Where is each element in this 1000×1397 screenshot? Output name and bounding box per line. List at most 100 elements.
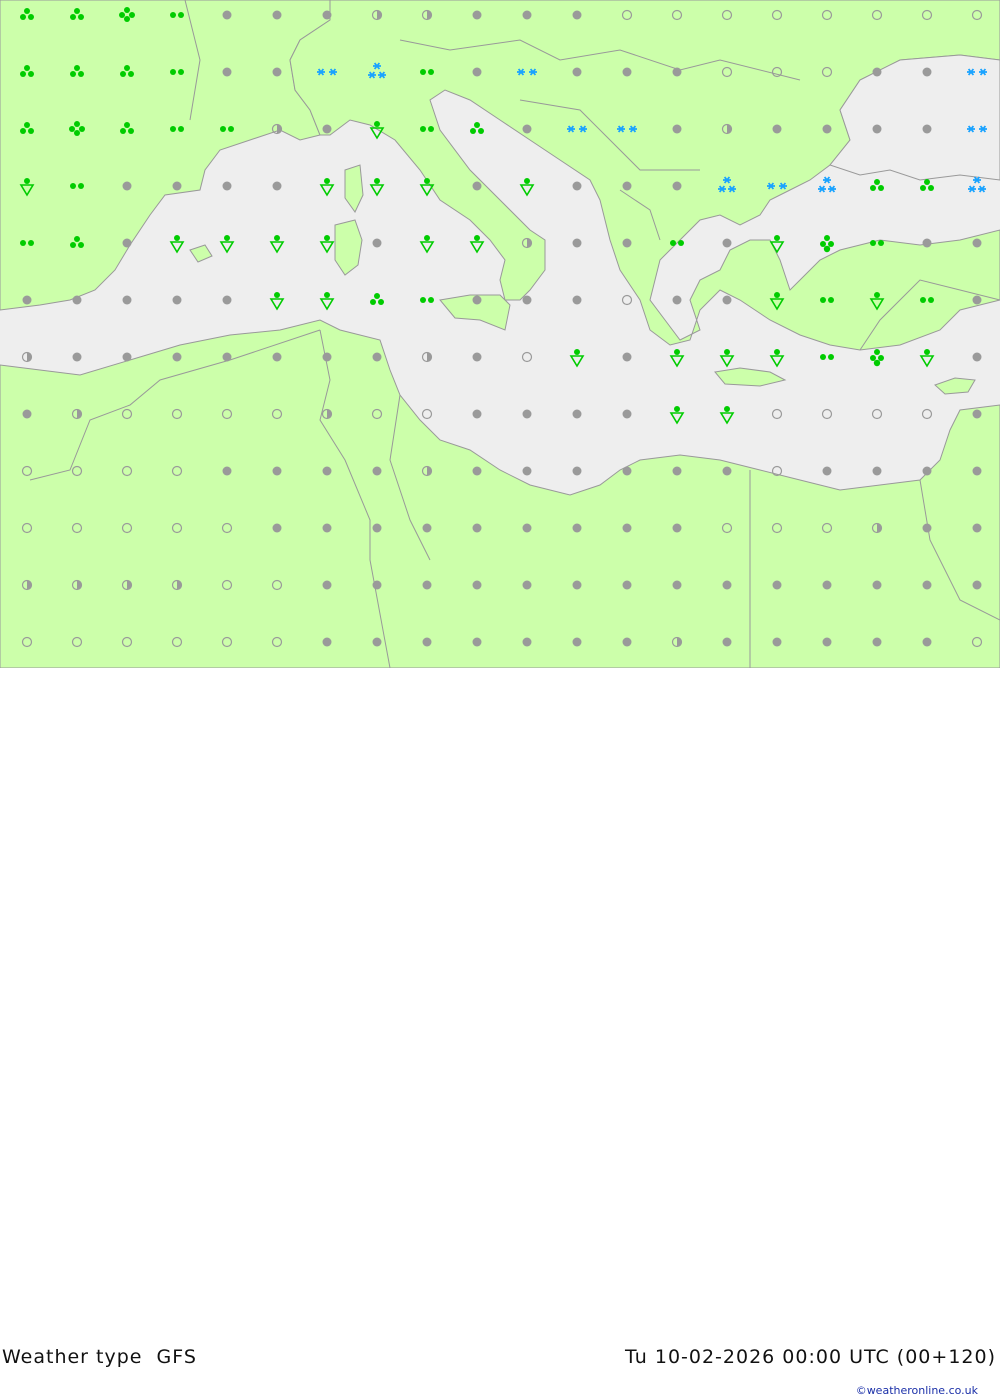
weather-symbol-overcast-dot bbox=[372, 352, 382, 362]
weather-symbol-overcast-dot bbox=[922, 466, 932, 476]
weather-symbol-overcast-dot bbox=[222, 466, 232, 476]
weather-symbol-overcast-dot bbox=[972, 523, 982, 533]
weather-symbol-overcast-dot bbox=[522, 409, 532, 419]
weather-symbol-overcast-dot bbox=[672, 523, 682, 533]
weather-symbol-overcast-dot bbox=[972, 580, 982, 590]
weather-symbol-overcast-dot bbox=[922, 67, 932, 77]
weather-map-canvas bbox=[0, 0, 1000, 668]
weather-symbol-overcast-dot bbox=[622, 409, 632, 419]
weather-symbol-overcast-dot bbox=[872, 67, 882, 77]
weather-symbol-overcast-dot bbox=[472, 409, 482, 419]
weather-symbol-overcast-dot bbox=[622, 637, 632, 647]
map-footer: Weather type GFS Tu 10-02-2026 00:00 UTC… bbox=[0, 668, 1000, 1397]
weather-symbol-overcast-dot bbox=[222, 295, 232, 305]
weather-symbol-overcast-dot bbox=[572, 580, 582, 590]
weather-symbol-overcast-dot bbox=[822, 124, 832, 134]
weather-symbol-overcast-dot bbox=[472, 10, 482, 20]
weather-symbol-overcast-dot bbox=[222, 10, 232, 20]
weather-symbol-overcast-dot bbox=[522, 523, 532, 533]
weather-symbol-overcast-dot bbox=[922, 238, 932, 248]
weather-symbol-overcast-dot bbox=[22, 409, 32, 419]
weather-symbol-overcast-dot bbox=[322, 124, 332, 134]
weather-symbol-overcast-dot bbox=[372, 637, 382, 647]
weather-symbol-overcast-dot bbox=[522, 124, 532, 134]
weather-symbol-overcast-dot bbox=[222, 67, 232, 77]
weather-symbol-overcast-dot bbox=[372, 238, 382, 248]
weather-symbol-overcast-dot bbox=[522, 10, 532, 20]
weather-symbol-overcast-dot bbox=[722, 238, 732, 248]
weather-symbol-overcast-dot bbox=[572, 637, 582, 647]
weather-symbol-overcast-dot bbox=[422, 637, 432, 647]
weather-symbol-overcast-dot bbox=[922, 580, 932, 590]
weather-symbol-overcast-dot bbox=[672, 466, 682, 476]
weather-symbol-overcast-dot bbox=[872, 466, 882, 476]
weather-symbol-overcast-dot bbox=[722, 637, 732, 647]
weather-symbol-overcast-dot bbox=[272, 181, 282, 191]
forecast-timestamp: Tu 10-02-2026 00:00 UTC (00+120) bbox=[625, 1346, 996, 1368]
weather-symbol-overcast-dot bbox=[372, 466, 382, 476]
weather-symbol-overcast-dot bbox=[972, 466, 982, 476]
weather-symbol-overcast-dot bbox=[972, 238, 982, 248]
weather-symbol-overcast-dot bbox=[272, 352, 282, 362]
weather-symbol-overcast-dot bbox=[622, 352, 632, 362]
weather-symbol-overcast-dot bbox=[572, 409, 582, 419]
weather-symbol-overcast-dot bbox=[772, 124, 782, 134]
weather-symbol-overcast-dot bbox=[172, 181, 182, 191]
weather-symbol-overcast-dot bbox=[622, 238, 632, 248]
weather-symbol-overcast-dot bbox=[472, 466, 482, 476]
weather-symbol-overcast-dot bbox=[572, 466, 582, 476]
weather-symbol-overcast-dot bbox=[572, 238, 582, 248]
weather-symbol-overcast-dot bbox=[122, 181, 132, 191]
weather-symbol-overcast-dot bbox=[172, 295, 182, 305]
weather-symbol-overcast-dot bbox=[472, 580, 482, 590]
weather-symbol-overcast-dot bbox=[772, 637, 782, 647]
weather-symbol-overcast-dot bbox=[572, 181, 582, 191]
weather-symbol-overcast-dot bbox=[122, 295, 132, 305]
weather-symbol-overcast-dot bbox=[872, 124, 882, 134]
weather-symbol-overcast-dot bbox=[622, 523, 632, 533]
weather-symbol-overcast-dot bbox=[572, 10, 582, 20]
weather-symbol-overcast-dot bbox=[222, 352, 232, 362]
weather-symbol-overcast-dot bbox=[522, 580, 532, 590]
weather-symbol-overcast-dot bbox=[72, 352, 82, 362]
weather-symbol-overcast-dot bbox=[72, 295, 82, 305]
weather-symbol-overcast-dot bbox=[522, 637, 532, 647]
weather-symbol-overcast-dot bbox=[922, 124, 932, 134]
weather-symbol-overcast-dot bbox=[122, 352, 132, 362]
weather-symbol-overcast-dot bbox=[772, 580, 782, 590]
weather-symbol-overcast-dot bbox=[622, 67, 632, 77]
weather-symbol-overcast-dot bbox=[972, 352, 982, 362]
weather-symbol-overcast-dot bbox=[622, 466, 632, 476]
weather-symbol-overcast-dot bbox=[622, 181, 632, 191]
weather-symbol-overcast-dot bbox=[472, 181, 482, 191]
weather-symbol-overcast-dot bbox=[272, 67, 282, 77]
weather-symbol-overcast-dot bbox=[672, 124, 682, 134]
credit-link[interactable]: ©weatheronline.co.uk bbox=[856, 1384, 978, 1397]
weather-symbol-overcast-dot bbox=[422, 580, 432, 590]
weather-symbol-overcast-dot bbox=[322, 523, 332, 533]
weather-symbol-overcast-dot bbox=[472, 295, 482, 305]
weather-symbol-overcast-dot bbox=[572, 523, 582, 533]
weather-symbol-overcast-dot bbox=[822, 637, 832, 647]
weather-symbol-overcast-dot bbox=[172, 352, 182, 362]
weather-symbol-overcast-dot bbox=[472, 352, 482, 362]
map-title: Weather type GFS bbox=[2, 1346, 197, 1368]
weather-symbol-overcast-dot bbox=[522, 466, 532, 476]
weather-symbol-overcast-dot bbox=[122, 238, 132, 248]
weather-symbol-overcast-dot bbox=[372, 580, 382, 590]
weather-symbol-overcast-dot bbox=[672, 580, 682, 590]
weather-symbol-overcast-dot bbox=[672, 295, 682, 305]
weather-symbol-overcast-dot bbox=[322, 10, 332, 20]
weather-symbol-overcast-dot bbox=[822, 580, 832, 590]
weather-symbol-overcast-dot bbox=[222, 181, 232, 191]
weather-symbol-overcast-dot bbox=[272, 10, 282, 20]
weather-symbol-overcast-dot bbox=[922, 637, 932, 647]
weather-symbol-overcast-dot bbox=[522, 295, 532, 305]
weather-symbol-overcast-dot bbox=[472, 637, 482, 647]
weather-symbol-overcast-dot bbox=[872, 637, 882, 647]
weather-symbol-overcast-dot bbox=[272, 466, 282, 476]
weather-symbol-overcast-dot bbox=[572, 67, 582, 77]
weather-symbol-overcast-dot bbox=[822, 466, 832, 476]
weather-symbol-overcast-dot bbox=[322, 580, 332, 590]
weather-symbol-overcast-dot bbox=[672, 67, 682, 77]
